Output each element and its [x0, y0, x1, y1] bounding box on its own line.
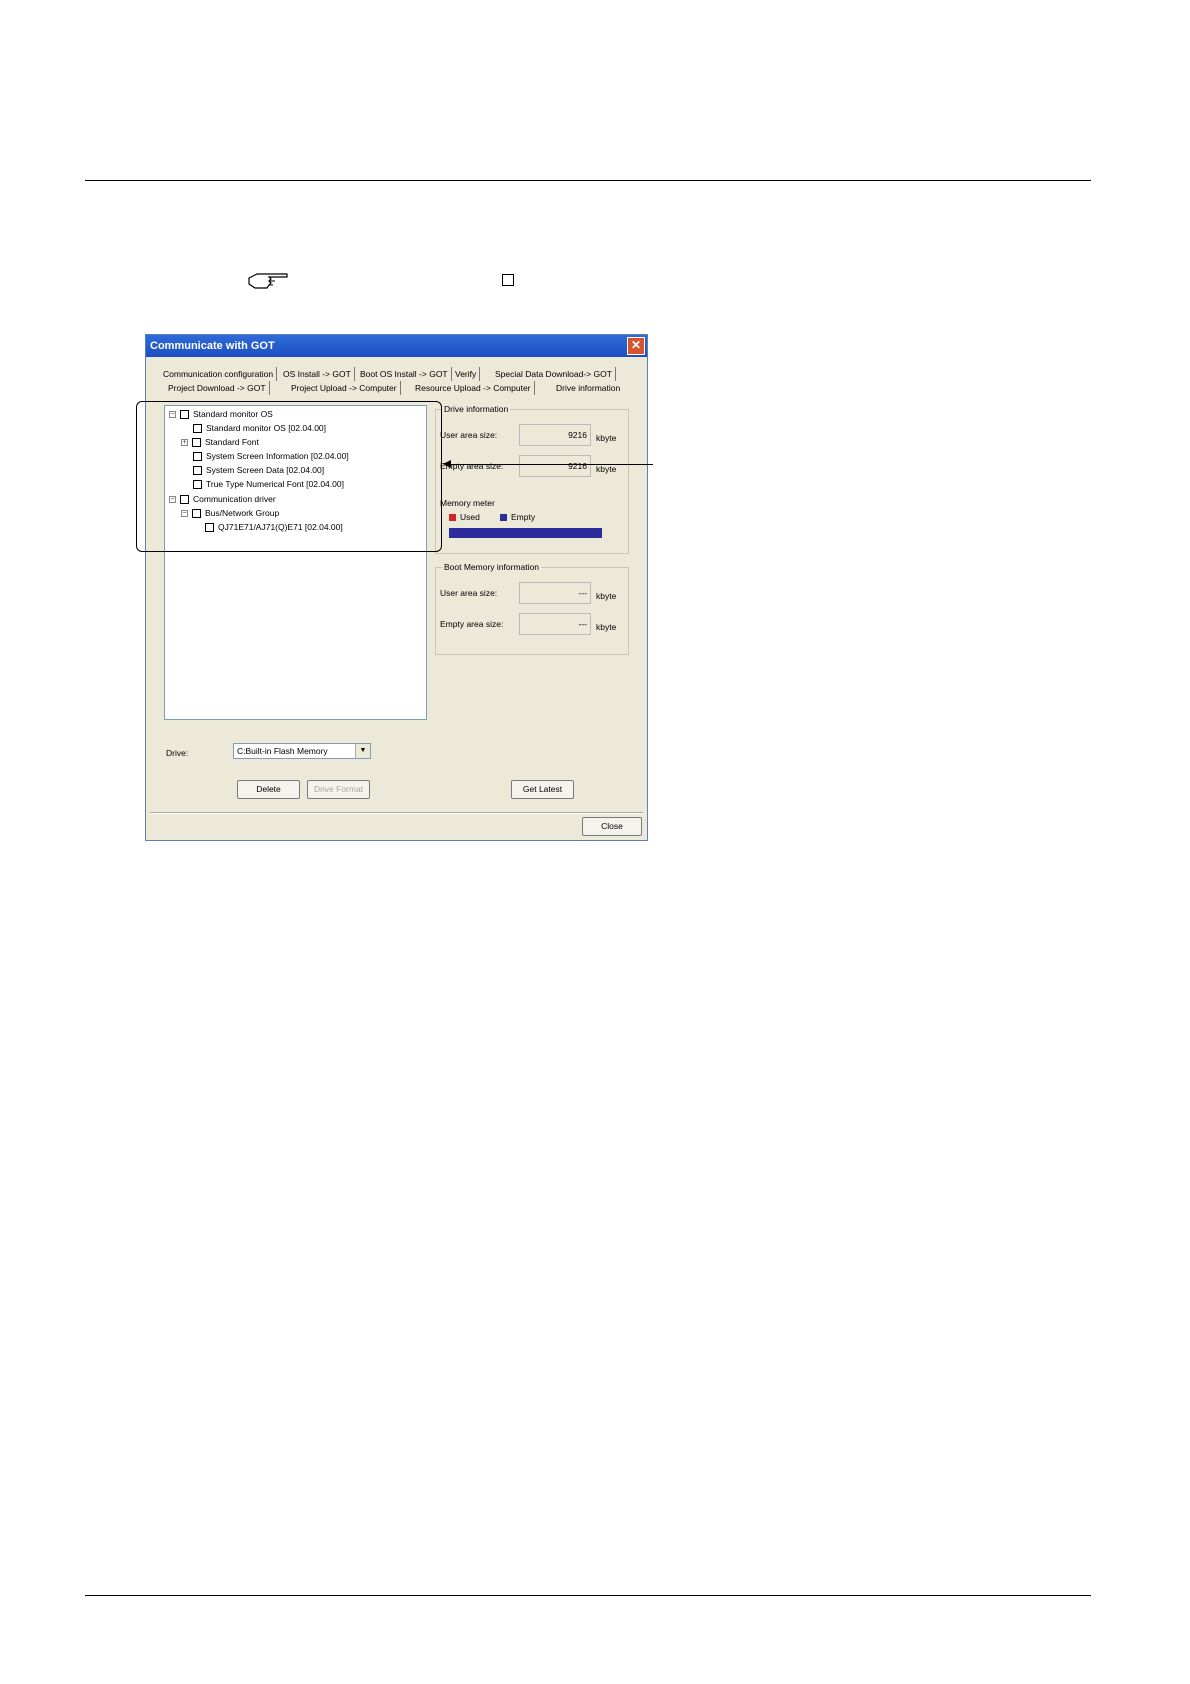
- boot-empty-area-field: ---: [519, 613, 591, 635]
- drive-label: Drive:: [166, 748, 189, 758]
- tab-verify[interactable]: Verify: [452, 367, 481, 381]
- tab-drive-information[interactable]: Drive information: [553, 381, 623, 395]
- user-area-unit: kbyte: [596, 433, 617, 443]
- get-latest-button[interactable]: Get Latest: [511, 780, 574, 799]
- pointing-hand-icon: [248, 273, 288, 289]
- chevron-down-icon[interactable]: ▼: [355, 744, 370, 758]
- boot-memory-information-title: Boot Memory information: [442, 562, 541, 572]
- tab-project-download[interactable]: Project Download -> GOT: [165, 381, 270, 395]
- used-swatch: [449, 514, 456, 522]
- used-legend: Used: [449, 512, 480, 522]
- empty-legend: Empty: [500, 512, 535, 522]
- dialog-title-bar: Communicate with GOT ✕: [146, 335, 647, 357]
- close-button[interactable]: Close: [582, 817, 642, 836]
- tab-resource-upload[interactable]: Resource Upload -> Computer: [412, 381, 535, 395]
- drive-information-group: Drive information User area size: 9216 k…: [435, 404, 629, 554]
- empty-area-unit: kbyte: [596, 464, 617, 474]
- boot-memory-information-group: Boot Memory information User area size: …: [435, 562, 629, 655]
- empty-area-field: 9216: [519, 455, 591, 477]
- close-icon[interactable]: ✕: [627, 337, 645, 355]
- tab-boot-os-install[interactable]: Boot OS Install -> GOT: [357, 367, 452, 381]
- delete-button[interactable]: Delete: [237, 780, 300, 799]
- tab-row-2: Project Download -> GOT Project Upload -…: [154, 381, 644, 395]
- tab-project-upload[interactable]: Project Upload -> Computer: [288, 381, 401, 395]
- memory-meter-label: Memory meter: [440, 498, 495, 508]
- drive-select-value: C:Built-in Flash Memory: [237, 746, 328, 756]
- tab-row-1: Communication configuration OS Install -…: [154, 367, 644, 381]
- square-icon: [502, 274, 514, 286]
- boot-user-area-unit: kbyte: [596, 591, 617, 601]
- tab-special-data-download[interactable]: Special Data Download-> GOT: [492, 367, 616, 381]
- empty-swatch: [500, 514, 507, 522]
- drive-select[interactable]: C:Built-in Flash Memory ▼: [233, 743, 371, 759]
- boot-user-area-field: ---: [519, 582, 591, 604]
- dialog-separator: [150, 812, 643, 814]
- empty-label: Empty: [511, 512, 536, 522]
- arrow-left-icon: [443, 460, 451, 468]
- dialog-title: Communicate with GOT: [150, 340, 275, 352]
- boot-empty-area-unit: kbyte: [596, 622, 617, 632]
- used-label: Used: [460, 512, 480, 522]
- tab-os-install[interactable]: OS Install -> GOT: [280, 367, 355, 381]
- top-rule: [85, 180, 1091, 181]
- tab-communication-configuration[interactable]: Communication configuration: [160, 367, 278, 381]
- drive-information-title: Drive information: [442, 404, 511, 414]
- callout-box: [136, 401, 442, 552]
- bottom-rule: [85, 1595, 1091, 1596]
- user-area-label: User area size:: [440, 430, 498, 440]
- memory-meter-bar: [449, 528, 602, 538]
- boot-empty-area-label: Empty area size:: [440, 619, 504, 629]
- boot-user-area-label: User area size:: [440, 588, 498, 598]
- callout-line: [445, 464, 653, 465]
- drive-format-button[interactable]: Drive Format: [307, 780, 370, 799]
- user-area-field: 9216: [519, 424, 591, 446]
